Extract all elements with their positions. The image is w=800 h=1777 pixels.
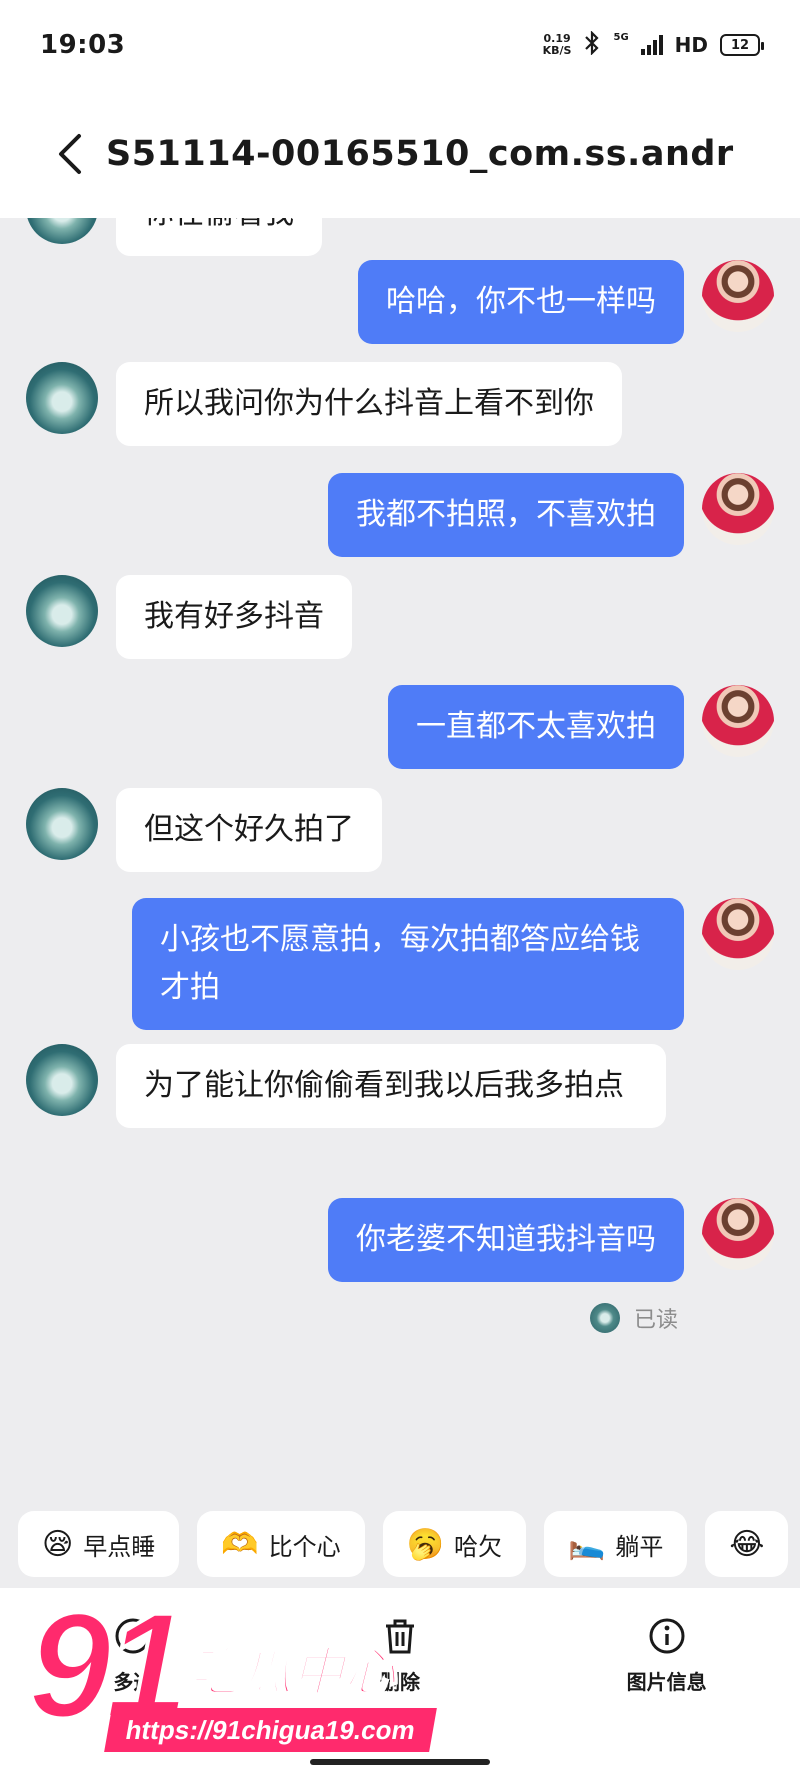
contact-avatar[interactable] [26,575,98,647]
chip-label: 躺平 [615,1532,664,1561]
message-bubble-outgoing[interactable]: 哈哈，你不也一样吗 [358,260,684,344]
signal-icon [640,35,663,55]
back-button[interactable] [40,124,100,184]
status-icons: 0.19 KB/S 5G HD 12 [542,29,764,60]
home-indicator[interactable] [310,1759,490,1765]
message-bubble-incoming[interactable]: 但这个好久拍了 [116,788,382,872]
network-speed: 0.19 KB/S [542,32,572,57]
delete-button[interactable]: 删除 [300,1616,500,1695]
message-bubble-outgoing[interactable]: 一直都不太喜欢拍 [388,685,684,769]
quick-reply-chip[interactable]: 🫶 比个心 [197,1511,365,1577]
my-avatar[interactable] [702,1198,774,1270]
message-bubble-outgoing[interactable]: 小孩也不愿意拍，每次拍都答应给钱才拍 [132,898,684,1030]
quick-reply-chip[interactable]: 😪 早点睡 [18,1511,180,1577]
chip-label: 比个心 [268,1532,341,1561]
info-icon [649,1618,685,1654]
bottom-action-bar: 多选 删除 图片信息 [0,1588,800,1777]
message-bubble-incoming[interactable]: 为了能让你偷偷看到我以后我多拍点 [116,1044,666,1128]
bluetooth-icon [583,29,601,60]
my-avatar[interactable] [702,473,774,545]
my-avatar[interactable] [702,898,774,970]
message-list[interactable]: 你在偷看我 哈哈，你不也一样吗 所以我问你为什么抖音上看不到你 我都不拍照，不喜… [0,218,800,1588]
image-info-label: 图片信息 [626,1670,707,1694]
lie-flat-emoji-icon: 🛌 [568,1526,606,1562]
message-bubble-outgoing[interactable]: 我都不拍照，不喜欢拍 [328,473,684,557]
my-avatar[interactable] [702,260,774,332]
message-bubble-incoming[interactable]: 你在偷看我 [116,218,322,256]
multi-select-label: 多选 [113,1670,154,1694]
quick-reply-chip[interactable]: 🥱 哈欠 [382,1511,526,1577]
read-avatar-icon [589,1303,620,1333]
checklist-icon [115,1618,151,1654]
contact-avatar[interactable] [26,362,98,434]
chip-label: 早点睡 [83,1532,156,1561]
multi-select-button[interactable]: 多选 [33,1616,233,1695]
heart-emoji-icon: 🫶 [221,1526,259,1562]
network-type-label: 5G [613,31,629,43]
clock: 19:03 [40,30,126,60]
battery-icon: 12 [720,34,764,56]
status-bar: 19:03 0.19 KB/S 5G HD 12 [0,0,800,90]
yawn-emoji-icon: 🥱 [406,1526,444,1562]
trash-icon [385,1619,414,1654]
quick-reply-bar[interactable]: 😪 早点睡 🫶 比个心 🥱 哈欠 🛌 躺平 😂 [0,1500,800,1588]
contact-avatar[interactable] [26,788,98,860]
read-receipt: 已读 [589,1302,678,1334]
message-bubble-incoming[interactable]: 我有好多抖音 [116,575,352,659]
contact-avatar[interactable] [26,218,98,244]
my-avatar[interactable] [702,685,774,757]
chat-header: S51114-00165510_com.ss.andr [0,90,800,218]
sleep-emoji-icon: 😪 [42,1526,74,1562]
delete-label: 删除 [379,1670,420,1694]
quick-reply-chip[interactable]: 😂 [705,1511,789,1577]
chat-title: S51114-00165510_com.ss.andr [106,134,734,174]
read-status-text: 已读 [633,1308,678,1333]
more-emoji-icon: 😂 [729,1526,765,1562]
quick-reply-chip[interactable]: 🛌 躺平 [544,1511,688,1577]
message-bubble-incoming[interactable]: 所以我问你为什么抖音上看不到你 [116,362,622,446]
chevron-left-icon [59,134,81,174]
message-bubble-outgoing[interactable]: 你老婆不知道我抖音吗 [328,1198,684,1282]
image-info-button[interactable]: 图片信息 [567,1616,767,1695]
hd-label: HD [674,33,708,57]
contact-avatar[interactable] [26,1044,98,1116]
chip-label: 哈欠 [454,1532,502,1561]
